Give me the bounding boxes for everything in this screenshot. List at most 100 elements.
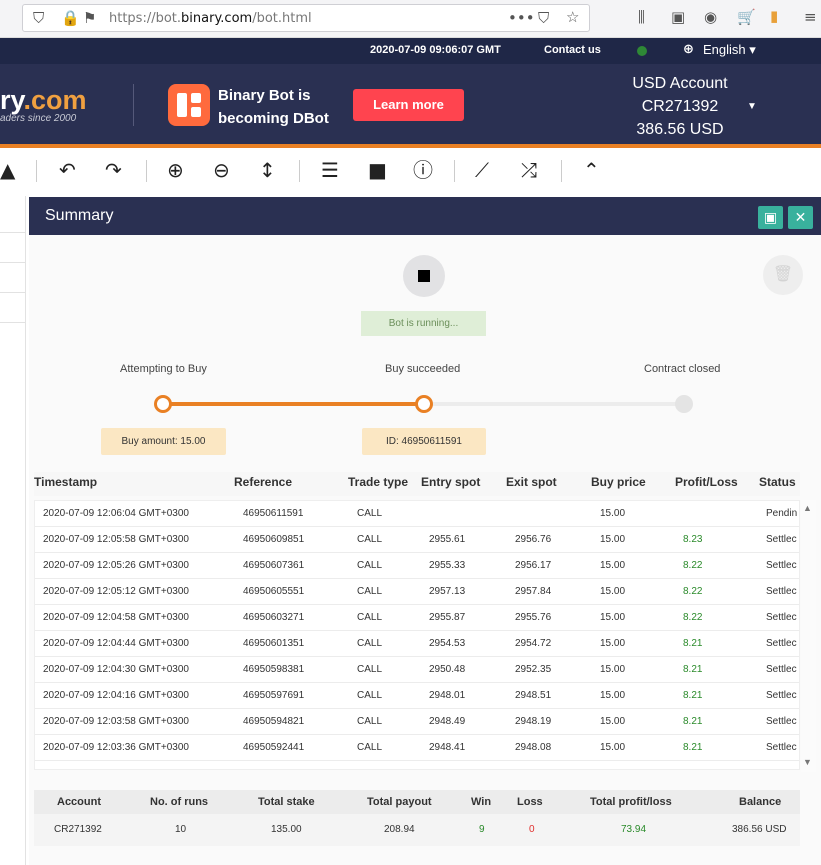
lock-icon[interactable]: 🔒	[61, 11, 80, 26]
cell-timestamp: 2020-07-09 12:04:30 GMT+0300	[43, 664, 189, 675]
cell-trade-type: CALL	[357, 638, 383, 649]
scroll-down-icon[interactable]: ▼	[803, 757, 812, 767]
cell-exit-spot: 2948.08	[515, 742, 552, 753]
permissions-icon[interactable]: ⚑	[83, 11, 96, 26]
save-icon[interactable]: ▣	[758, 206, 783, 229]
account-switcher[interactable]: USD Account CR271392 386.56 USD	[620, 72, 740, 141]
toolbar-separator	[454, 160, 455, 182]
tot-col-runs: No. of runs	[150, 796, 209, 808]
step-buy-succeeded: Buy succeeded	[385, 363, 461, 375]
browser-toolbar: ⛉ 🔒 ⚑ https://bot.binary.com/bot.html ••…	[0, 0, 821, 38]
cell-profit-loss: 8.21	[683, 742, 703, 753]
tot-col-loss: Loss	[517, 796, 543, 808]
cell-timestamp: 2020-07-09 12:04:58 GMT+0300	[43, 612, 189, 623]
stop-bot-button[interactable]	[403, 255, 445, 297]
flag-icon[interactable]: ▮	[770, 9, 778, 24]
cell-profit-loss: 8.22	[683, 612, 703, 623]
library-icon[interactable]: ⫼	[638, 10, 645, 25]
tot-col-stake: Total stake	[258, 796, 315, 808]
tot-win: 9	[479, 824, 485, 835]
zoom-in-icon[interactable]: ⊕	[167, 160, 184, 180]
collapse-icon[interactable]: ⌃	[583, 160, 600, 180]
site-header: ry.com aders since 2000 Binary Bot is be…	[0, 64, 821, 144]
table-row[interactable]: 2020-07-09 12:05:26 GMT+0300 46950607361 C…	[35, 553, 799, 579]
account-balance: 386.56 USD	[636, 121, 724, 138]
stop-icon[interactable]: ■	[368, 160, 387, 180]
toolbar-separator	[146, 160, 147, 182]
clear-stats-button[interactable]: 🗑	[763, 255, 803, 295]
redo-icon[interactable]: ↷	[105, 160, 122, 180]
cell-reference: 46950597691	[243, 690, 305, 701]
url-text[interactable]: https://bot.binary.com/bot.html	[109, 11, 312, 26]
table-row[interactable]: 2020-07-09 12:03:58 GMT+0300 46950594821 C…	[35, 709, 799, 735]
more-icon[interactable]: •••	[508, 11, 535, 26]
stop-icon	[418, 270, 430, 282]
cell-timestamp: 2020-07-09 12:06:04 GMT+0300	[43, 508, 189, 519]
table-row[interactable]: 2020-07-09 12:05:12 GMT+0300 46950605551 C…	[35, 579, 799, 605]
buy-amount-tooltip: Buy amount: 15.00	[101, 428, 226, 455]
toolbar-separator	[561, 160, 562, 182]
cell-reference: 46950598381	[243, 664, 305, 675]
table-scrollbar[interactable]: ▲ ▼	[801, 500, 816, 772]
sidebar-icon[interactable]: ▣	[671, 10, 685, 25]
table-row[interactable]: 2020-07-09 12:04:30 GMT+0300 46950598381 C…	[35, 657, 799, 683]
cell-buy-price: 15.00	[600, 508, 626, 519]
table-row[interactable]: 2020-07-09 12:04:58 GMT+0300 46950603271 C…	[35, 605, 799, 631]
star-icon[interactable]: ☆	[566, 10, 579, 25]
cell-entry-spot: 2955.87	[429, 612, 466, 623]
workspace-toolbar: ▲ ↶ ↷ ⊕ ⊖ ↕ ☰ ■ ⓘ ⟋ ⤮ ⌃	[0, 148, 821, 196]
menu-icon[interactable]: ≡	[804, 10, 817, 25]
cell-trade-type: CALL	[357, 586, 383, 597]
step-node-3	[675, 395, 693, 413]
cell-status: Settlec	[766, 612, 797, 623]
language-selector[interactable]: English ▾	[703, 42, 756, 58]
cell-profit-loss: 8.23	[683, 534, 703, 545]
cell-status: Settlec	[766, 690, 797, 701]
account-icon[interactable]: ◉	[704, 10, 717, 25]
cell-profit-loss: 8.21	[683, 664, 703, 675]
address-bar[interactable]: ⛉ 🔒 ⚑ https://bot.binary.com/bot.html ••…	[22, 4, 590, 32]
cell-trade-type: CALL	[357, 508, 383, 519]
summary-panel-header: Summary ▣ ✕	[29, 197, 821, 235]
cell-trade-type: CALL	[357, 612, 383, 623]
info-icon[interactable]: ⓘ	[413, 160, 433, 180]
cell-buy-price: 15.00	[600, 612, 626, 623]
caret-down-icon[interactable]: ▼	[747, 101, 757, 112]
table-row[interactable]: 2020-07-09 12:05:58 GMT+0300 46950609851 C…	[35, 527, 799, 553]
cell-status: Pendin	[766, 508, 798, 519]
table-row[interactable]: 2020-07-09 12:06:04 GMT+0300 46950611591 C…	[35, 501, 799, 527]
cell-timestamp: 2020-07-09 12:03:58 GMT+0300	[43, 716, 189, 727]
cell-reference: 46950592441	[243, 742, 305, 753]
trades-table-body[interactable]: 2020-07-09 12:06:04 GMT+0300 46950611591 C…	[34, 500, 800, 770]
zoom-out-icon[interactable]: ⊖	[213, 160, 230, 180]
cell-profit-loss: 8.21	[683, 638, 703, 649]
logs-icon[interactable]: ☰	[321, 160, 339, 180]
table-row[interactable]: 2020-07-09 12:04:44 GMT+0300 46950601351 C…	[35, 631, 799, 657]
shield-icon[interactable]: ⛉	[33, 11, 44, 26]
scroll-up-icon[interactable]: ▲	[803, 503, 812, 513]
table-row[interactable]: 2020-07-09 12:04:16 GMT+0300 46950597691 C…	[35, 683, 799, 709]
cell-exit-spot: 2957.84	[515, 586, 552, 597]
cell-exit-spot: 2955.76	[515, 612, 552, 623]
step-node-1	[154, 395, 172, 413]
pocket-icon[interactable]: ⛉	[538, 11, 549, 26]
chart-icon[interactable]: ⟋	[475, 160, 489, 180]
cell-reference: 46950609851	[243, 534, 305, 545]
cell-profit-loss: 8.22	[683, 560, 703, 571]
close-icon[interactable]: ✕	[788, 206, 813, 229]
learn-more-button[interactable]: Learn more	[353, 89, 464, 121]
toolbar-separator	[36, 160, 37, 182]
binary-logo[interactable]: ry.com	[0, 85, 87, 116]
contract-id-tooltip: ID: 46950611591	[362, 428, 486, 455]
tot-balance: 386.56 USD	[732, 824, 787, 835]
col-status: Status	[759, 475, 796, 489]
cart-icon[interactable]: 🛒	[737, 10, 756, 25]
drive-icon[interactable]: ▲	[0, 160, 15, 180]
cell-buy-price: 15.00	[600, 534, 626, 545]
sort-icon[interactable]: ↕	[259, 160, 276, 180]
contact-us-link[interactable]: Contact us	[544, 44, 601, 56]
table-row[interactable]: 2020-07-09 12:03:36 GMT+0300 46950592441 C…	[35, 735, 799, 761]
tradingview-icon[interactable]: ⤮	[521, 160, 537, 180]
cell-trade-type: CALL	[357, 690, 383, 701]
undo-icon[interactable]: ↶	[59, 160, 76, 180]
